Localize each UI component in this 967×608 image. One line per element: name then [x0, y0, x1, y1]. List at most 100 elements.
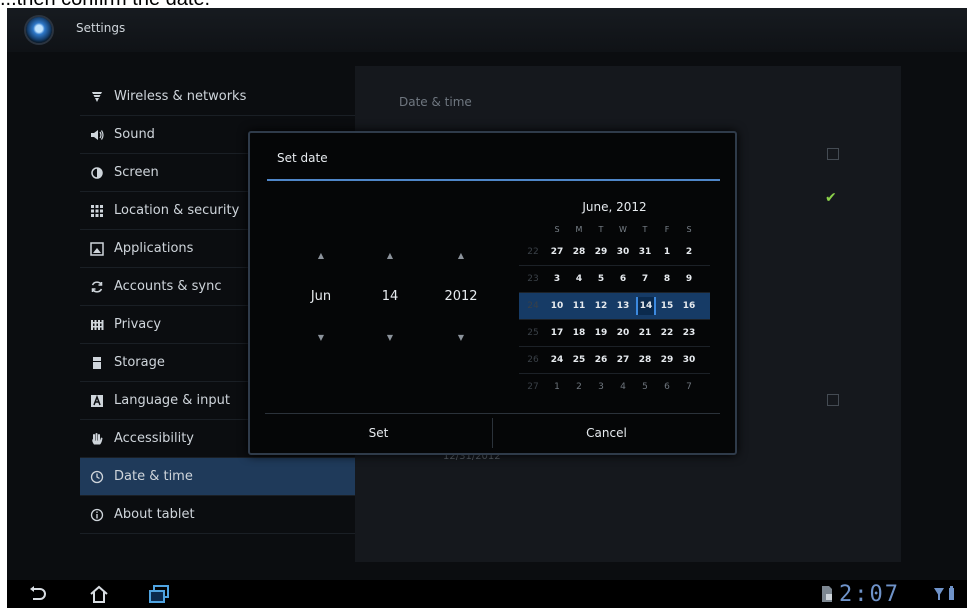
home-icon[interactable]	[85, 582, 113, 606]
sidebar-item-label: Storage	[114, 355, 165, 370]
weekday-label: T	[642, 225, 648, 234]
calendar-day[interactable]: 8	[658, 270, 676, 288]
calendar-grid: 22 27 28 29 30 31 1 2 23 3 4 5 6 7 8 9 2…	[519, 239, 710, 400]
dialog-button-bar: Set Cancel	[265, 413, 720, 452]
privacy-icon	[80, 319, 114, 331]
calendar-day[interactable]: 29	[592, 243, 610, 261]
calendar-day[interactable]: 5	[592, 270, 610, 288]
dialog-title: Set date	[277, 151, 328, 165]
app-title: Settings	[76, 21, 126, 35]
weekday-label: W	[619, 225, 627, 234]
calendar-day[interactable]: 2	[570, 378, 588, 396]
calendar-day[interactable]: 27	[614, 351, 632, 369]
info-icon	[80, 508, 114, 522]
calendar-day[interactable]: 27	[548, 243, 566, 261]
weekday-label: S	[554, 225, 560, 234]
weekday-label: T	[598, 225, 604, 234]
calendar-day[interactable]: 28	[570, 243, 588, 261]
sidebar-item-label: Privacy	[114, 317, 162, 332]
calendar-day[interactable]: 6	[658, 378, 676, 396]
calendar-week-row: 26 24 25 26 27 28 29 30	[519, 347, 710, 374]
sidebar-item-wireless[interactable]: Wireless & networks	[80, 78, 355, 116]
cancel-button[interactable]: Cancel	[493, 414, 720, 452]
calendar-day[interactable]: 18	[570, 324, 588, 342]
calendar-day[interactable]: 13	[614, 297, 632, 315]
calendar-day[interactable]: 4	[570, 270, 588, 288]
calendar-day[interactable]: 10	[548, 297, 566, 315]
set-button[interactable]: Set	[265, 414, 492, 452]
calendar-day[interactable]: 1	[658, 243, 676, 261]
week-number: 26	[527, 355, 539, 365]
calendar-day[interactable]: 24	[548, 351, 566, 369]
calendar-day[interactable]: 29	[658, 351, 676, 369]
checkmark-icon[interactable]: ✔	[825, 190, 837, 206]
back-icon[interactable]	[23, 582, 51, 606]
calendar-day[interactable]: 7	[680, 378, 698, 396]
status-clock: 2:07	[839, 582, 900, 607]
calendar-day-selected[interactable]: 14	[636, 297, 656, 315]
week-number: 25	[527, 328, 539, 338]
calendar-day[interactable]: 3	[592, 378, 610, 396]
sidebar-item-date-time[interactable]: Date & time	[80, 458, 355, 496]
week-number: 22	[527, 247, 539, 257]
calendar-day[interactable]: 20	[614, 324, 632, 342]
format-checkbox[interactable]	[827, 394, 839, 406]
calendar-day[interactable]: 22	[658, 324, 676, 342]
calendar-day[interactable]: 12	[592, 297, 610, 315]
sync-icon	[80, 280, 114, 294]
calendar-week-row: 22 27 28 29 30 31 1 2	[519, 239, 710, 266]
set-date-dialog: Set date ▲ Jun ▼ ▲ 14 ▼ ▲ 2012 ▼ June, 2…	[248, 131, 737, 455]
automatic-date-checkbox[interactable]	[827, 148, 839, 160]
calendar-week-row: 23 3 4 5 6 7 8 9	[519, 266, 710, 293]
brightness-icon	[80, 166, 114, 179]
calendar-day[interactable]: 25	[570, 351, 588, 369]
calendar-day[interactable]: 1	[548, 378, 566, 396]
settings-app-icon[interactable]	[26, 17, 52, 43]
clock-icon	[80, 470, 114, 484]
calendar-day[interactable]: 30	[614, 243, 632, 261]
year-spinner: ▲ 2012 ▼	[416, 241, 506, 351]
language-icon	[80, 394, 114, 408]
calendar-day[interactable]: 30	[680, 351, 698, 369]
calendar-week-row-selected: 24 10 11 12 13 14 15 16	[519, 293, 710, 320]
storage-icon	[80, 356, 114, 370]
weekday-label: F	[664, 225, 670, 234]
calendar-day[interactable]: 31	[636, 243, 654, 261]
calendar-day[interactable]: 17	[548, 324, 566, 342]
calendar-week-row: 27 1 2 3 4 5 6 7	[519, 374, 710, 400]
year-value[interactable]: 2012	[416, 289, 506, 304]
calendar-day[interactable]: 23	[680, 324, 698, 342]
calendar-day[interactable]: 7	[636, 270, 654, 288]
week-number: 23	[527, 274, 539, 284]
sidebar-item-label: Location & security	[114, 203, 240, 218]
calendar-day[interactable]: 19	[592, 324, 610, 342]
calendar-day[interactable]: 28	[636, 351, 654, 369]
calendar-day[interactable]: 21	[636, 324, 654, 342]
system-bar: 2:07	[7, 580, 967, 608]
action-bar: Settings	[7, 8, 967, 52]
year-decrement-arrow-icon[interactable]: ▼	[416, 333, 506, 342]
calendar-day[interactable]: 9	[680, 270, 698, 288]
calendar-day[interactable]: 15	[658, 297, 676, 315]
sidebar-item-label: About tablet	[114, 507, 195, 522]
sidebar-item-about-tablet[interactable]: About tablet	[80, 496, 355, 534]
calendar-day[interactable]: 26	[592, 351, 610, 369]
calendar-day[interactable]: 6	[614, 270, 632, 288]
calendar-day[interactable]: 3	[548, 270, 566, 288]
year-increment-arrow-icon[interactable]: ▲	[416, 251, 506, 260]
recent-apps-icon[interactable]	[145, 582, 173, 606]
sidebar-item-label: Language & input	[114, 393, 230, 408]
sidebar-item-label: Screen	[114, 165, 159, 180]
calendar-day[interactable]: 11	[570, 297, 588, 315]
calendar-day[interactable]: 4	[614, 378, 632, 396]
grid-icon	[80, 204, 114, 218]
weekday-label: S	[686, 225, 692, 234]
applications-icon	[80, 241, 114, 256]
calendar-day[interactable]: 2	[680, 243, 698, 261]
calendar-day[interactable]: 5	[636, 378, 654, 396]
signal-battery-icon	[931, 582, 959, 606]
wifi-icon	[80, 91, 114, 103]
calendar-week-row: 25 17 18 19 20 21 22 23	[519, 320, 710, 347]
sidebar-item-label: Accounts & sync	[114, 279, 222, 294]
calendar-day[interactable]: 16	[680, 297, 698, 315]
